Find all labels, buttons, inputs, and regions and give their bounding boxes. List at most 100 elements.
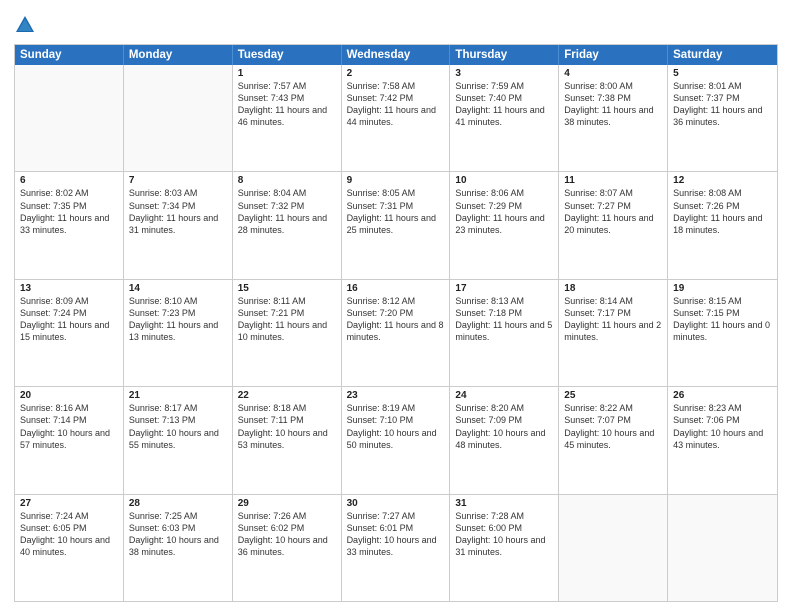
day-number: 7 — [129, 175, 227, 186]
day-number: 19 — [673, 283, 772, 294]
calendar-cell-12: 12Sunrise: 8:08 AM Sunset: 7:26 PM Dayli… — [668, 172, 777, 278]
header-day-wednesday: Wednesday — [342, 45, 451, 65]
day-number: 27 — [20, 498, 118, 509]
day-info: Sunrise: 8:07 AM Sunset: 7:27 PM Dayligh… — [564, 187, 662, 236]
header-day-thursday: Thursday — [450, 45, 559, 65]
calendar-cell-24: 24Sunrise: 8:20 AM Sunset: 7:09 PM Dayli… — [450, 387, 559, 493]
day-info: Sunrise: 8:23 AM Sunset: 7:06 PM Dayligh… — [673, 402, 772, 451]
calendar-cell-27: 27Sunrise: 7:24 AM Sunset: 6:05 PM Dayli… — [15, 495, 124, 601]
day-info: Sunrise: 8:12 AM Sunset: 7:20 PM Dayligh… — [347, 295, 445, 344]
day-info: Sunrise: 8:03 AM Sunset: 7:34 PM Dayligh… — [129, 187, 227, 236]
calendar: SundayMondayTuesdayWednesdayThursdayFrid… — [14, 44, 778, 602]
day-number: 30 — [347, 498, 445, 509]
header-day-sunday: Sunday — [15, 45, 124, 65]
day-info: Sunrise: 7:57 AM Sunset: 7:43 PM Dayligh… — [238, 80, 336, 129]
day-number: 3 — [455, 68, 553, 79]
day-number: 4 — [564, 68, 662, 79]
day-number: 16 — [347, 283, 445, 294]
day-number: 18 — [564, 283, 662, 294]
logo-icon — [14, 14, 36, 36]
calendar-cell-8: 8Sunrise: 8:04 AM Sunset: 7:32 PM Daylig… — [233, 172, 342, 278]
day-number: 9 — [347, 175, 445, 186]
day-number: 25 — [564, 390, 662, 401]
day-info: Sunrise: 7:58 AM Sunset: 7:42 PM Dayligh… — [347, 80, 445, 129]
calendar-header: SundayMondayTuesdayWednesdayThursdayFrid… — [15, 45, 777, 65]
header — [14, 10, 778, 36]
calendar-row-0: 1Sunrise: 7:57 AM Sunset: 7:43 PM Daylig… — [15, 65, 777, 172]
day-info: Sunrise: 7:28 AM Sunset: 6:00 PM Dayligh… — [455, 510, 553, 559]
day-number: 31 — [455, 498, 553, 509]
calendar-cell-15: 15Sunrise: 8:11 AM Sunset: 7:21 PM Dayli… — [233, 280, 342, 386]
calendar-cell-26: 26Sunrise: 8:23 AM Sunset: 7:06 PM Dayli… — [668, 387, 777, 493]
day-number: 17 — [455, 283, 553, 294]
day-number: 14 — [129, 283, 227, 294]
calendar-cell-11: 11Sunrise: 8:07 AM Sunset: 7:27 PM Dayli… — [559, 172, 668, 278]
calendar-cell-5: 5Sunrise: 8:01 AM Sunset: 7:37 PM Daylig… — [668, 65, 777, 171]
day-info: Sunrise: 7:27 AM Sunset: 6:01 PM Dayligh… — [347, 510, 445, 559]
day-number: 10 — [455, 175, 553, 186]
calendar-cell-18: 18Sunrise: 8:14 AM Sunset: 7:17 PM Dayli… — [559, 280, 668, 386]
day-info: Sunrise: 7:24 AM Sunset: 6:05 PM Dayligh… — [20, 510, 118, 559]
day-number: 12 — [673, 175, 772, 186]
day-info: Sunrise: 8:20 AM Sunset: 7:09 PM Dayligh… — [455, 402, 553, 451]
day-info: Sunrise: 8:05 AM Sunset: 7:31 PM Dayligh… — [347, 187, 445, 236]
day-number: 29 — [238, 498, 336, 509]
header-day-friday: Friday — [559, 45, 668, 65]
day-info: Sunrise: 8:16 AM Sunset: 7:14 PM Dayligh… — [20, 402, 118, 451]
day-number: 15 — [238, 283, 336, 294]
logo — [14, 14, 39, 36]
day-info: Sunrise: 8:19 AM Sunset: 7:10 PM Dayligh… — [347, 402, 445, 451]
header-day-tuesday: Tuesday — [233, 45, 342, 65]
day-info: Sunrise: 8:02 AM Sunset: 7:35 PM Dayligh… — [20, 187, 118, 236]
day-number: 20 — [20, 390, 118, 401]
day-number: 11 — [564, 175, 662, 186]
day-info: Sunrise: 8:13 AM Sunset: 7:18 PM Dayligh… — [455, 295, 553, 344]
day-number: 5 — [673, 68, 772, 79]
calendar-row-2: 13Sunrise: 8:09 AM Sunset: 7:24 PM Dayli… — [15, 280, 777, 387]
calendar-cell-empty — [15, 65, 124, 171]
header-day-monday: Monday — [124, 45, 233, 65]
header-day-saturday: Saturday — [668, 45, 777, 65]
page: SundayMondayTuesdayWednesdayThursdayFrid… — [0, 0, 792, 612]
calendar-cell-10: 10Sunrise: 8:06 AM Sunset: 7:29 PM Dayli… — [450, 172, 559, 278]
day-info: Sunrise: 8:17 AM Sunset: 7:13 PM Dayligh… — [129, 402, 227, 451]
calendar-cell-28: 28Sunrise: 7:25 AM Sunset: 6:03 PM Dayli… — [124, 495, 233, 601]
day-number: 13 — [20, 283, 118, 294]
day-number: 26 — [673, 390, 772, 401]
day-info: Sunrise: 8:06 AM Sunset: 7:29 PM Dayligh… — [455, 187, 553, 236]
calendar-cell-6: 6Sunrise: 8:02 AM Sunset: 7:35 PM Daylig… — [15, 172, 124, 278]
calendar-cell-20: 20Sunrise: 8:16 AM Sunset: 7:14 PM Dayli… — [15, 387, 124, 493]
calendar-cell-19: 19Sunrise: 8:15 AM Sunset: 7:15 PM Dayli… — [668, 280, 777, 386]
day-info: Sunrise: 8:15 AM Sunset: 7:15 PM Dayligh… — [673, 295, 772, 344]
day-info: Sunrise: 8:10 AM Sunset: 7:23 PM Dayligh… — [129, 295, 227, 344]
day-info: Sunrise: 8:09 AM Sunset: 7:24 PM Dayligh… — [20, 295, 118, 344]
calendar-row-3: 20Sunrise: 8:16 AM Sunset: 7:14 PM Dayli… — [15, 387, 777, 494]
calendar-body: 1Sunrise: 7:57 AM Sunset: 7:43 PM Daylig… — [15, 65, 777, 601]
calendar-cell-21: 21Sunrise: 8:17 AM Sunset: 7:13 PM Dayli… — [124, 387, 233, 493]
calendar-cell-7: 7Sunrise: 8:03 AM Sunset: 7:34 PM Daylig… — [124, 172, 233, 278]
day-info: Sunrise: 8:04 AM Sunset: 7:32 PM Dayligh… — [238, 187, 336, 236]
calendar-cell-13: 13Sunrise: 8:09 AM Sunset: 7:24 PM Dayli… — [15, 280, 124, 386]
day-info: Sunrise: 8:11 AM Sunset: 7:21 PM Dayligh… — [238, 295, 336, 344]
day-info: Sunrise: 8:14 AM Sunset: 7:17 PM Dayligh… — [564, 295, 662, 344]
calendar-cell-empty — [124, 65, 233, 171]
day-number: 23 — [347, 390, 445, 401]
calendar-cell-3: 3Sunrise: 7:59 AM Sunset: 7:40 PM Daylig… — [450, 65, 559, 171]
calendar-cell-empty — [559, 495, 668, 601]
calendar-cell-29: 29Sunrise: 7:26 AM Sunset: 6:02 PM Dayli… — [233, 495, 342, 601]
calendar-cell-14: 14Sunrise: 8:10 AM Sunset: 7:23 PM Dayli… — [124, 280, 233, 386]
day-info: Sunrise: 7:25 AM Sunset: 6:03 PM Dayligh… — [129, 510, 227, 559]
calendar-cell-2: 2Sunrise: 7:58 AM Sunset: 7:42 PM Daylig… — [342, 65, 451, 171]
day-number: 22 — [238, 390, 336, 401]
calendar-cell-16: 16Sunrise: 8:12 AM Sunset: 7:20 PM Dayli… — [342, 280, 451, 386]
day-number: 6 — [20, 175, 118, 186]
calendar-cell-30: 30Sunrise: 7:27 AM Sunset: 6:01 PM Dayli… — [342, 495, 451, 601]
day-info: Sunrise: 7:26 AM Sunset: 6:02 PM Dayligh… — [238, 510, 336, 559]
day-number: 8 — [238, 175, 336, 186]
calendar-cell-4: 4Sunrise: 8:00 AM Sunset: 7:38 PM Daylig… — [559, 65, 668, 171]
day-info: Sunrise: 8:08 AM Sunset: 7:26 PM Dayligh… — [673, 187, 772, 236]
calendar-row-4: 27Sunrise: 7:24 AM Sunset: 6:05 PM Dayli… — [15, 495, 777, 601]
calendar-cell-1: 1Sunrise: 7:57 AM Sunset: 7:43 PM Daylig… — [233, 65, 342, 171]
calendar-cell-25: 25Sunrise: 8:22 AM Sunset: 7:07 PM Dayli… — [559, 387, 668, 493]
day-info: Sunrise: 8:18 AM Sunset: 7:11 PM Dayligh… — [238, 402, 336, 451]
